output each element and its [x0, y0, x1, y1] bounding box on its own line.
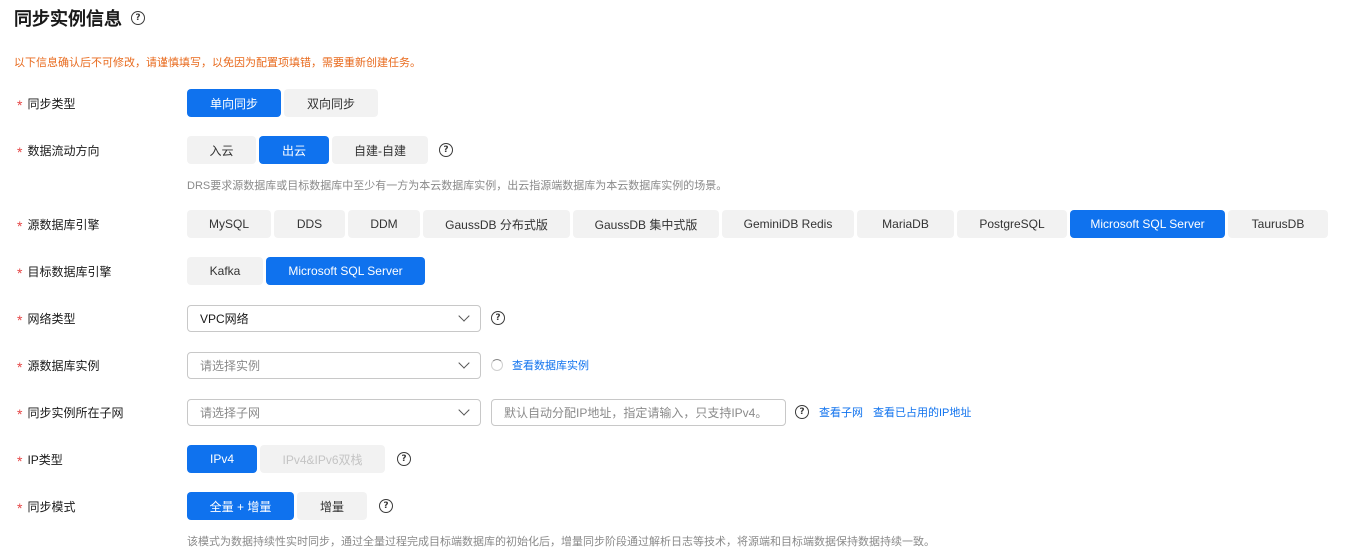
required-mark: * — [17, 359, 23, 375]
ip-address-input[interactable]: 默认自动分配IP地址，指定请输入，只支持IPv4。 — [491, 398, 786, 426]
source-engine-segmented: MySQL DDS DDM GaussDB 分布式版 GaussDB 集中式版 … — [187, 210, 1331, 238]
field-label: * 源数据库引擎 — [17, 217, 100, 234]
subnet-select[interactable]: 请选择子网 — [187, 398, 481, 426]
option-mariadb[interactable]: MariaDB — [857, 210, 954, 238]
required-mark: * — [17, 312, 23, 328]
required-mark: * — [17, 97, 23, 113]
flow-direction-segmented: 入云 出云 自建-自建 ? — [187, 136, 453, 164]
required-mark: * — [17, 500, 23, 516]
chevron-down-icon — [458, 404, 470, 416]
field-label: * 同步模式 — [17, 499, 76, 516]
help-icon[interactable]: ? — [131, 11, 145, 25]
option-taurusdb[interactable]: TaurusDB — [1228, 210, 1328, 238]
option-mssql[interactable]: Microsoft SQL Server — [1070, 210, 1225, 238]
option-mysql[interactable]: MySQL — [187, 210, 271, 238]
page-title: 同步实例信息 ? — [14, 6, 145, 30]
row-network-type: * 网络类型 VPC网络 ? — [0, 304, 1367, 332]
source-instance-select[interactable]: 请选择实例 — [187, 351, 481, 379]
help-icon[interactable]: ? — [491, 311, 505, 325]
option-two-way-sync[interactable]: 双向同步 — [284, 89, 378, 117]
view-subnet-link[interactable]: 查看子网 — [819, 404, 863, 420]
option-ddm[interactable]: DDM — [348, 210, 420, 238]
required-mark: * — [17, 265, 23, 281]
target-engine-segmented: Kafka Microsoft SQL Server — [187, 257, 428, 285]
view-used-ip-link[interactable]: 查看已占用的IP地址 — [873, 404, 971, 420]
required-mark: * — [17, 218, 23, 234]
chevron-down-icon — [458, 357, 470, 369]
option-kafka[interactable]: Kafka — [187, 257, 263, 285]
source-instance-placeholder: 请选择实例 — [200, 358, 261, 373]
option-mssql-target[interactable]: Microsoft SQL Server — [266, 257, 425, 285]
option-incremental[interactable]: 增量 — [297, 492, 367, 520]
chevron-down-icon — [458, 310, 470, 322]
option-dds[interactable]: DDS — [274, 210, 345, 238]
field-label: * 目标数据库引擎 — [17, 264, 112, 281]
help-icon[interactable]: ? — [439, 143, 453, 157]
network-type-value: VPC网络 — [200, 311, 249, 326]
view-db-instance-link[interactable]: 查看数据库实例 — [512, 357, 589, 373]
network-type-control: VPC网络 ? — [187, 304, 505, 332]
option-postgresql[interactable]: PostgreSQL — [957, 210, 1067, 238]
row-sync-type: * 同步类型 单向同步 双向同步 — [0, 89, 1367, 117]
option-dual-stack: IPv4&IPv6双栈 — [260, 445, 385, 473]
option-self-built[interactable]: 自建-自建 — [332, 136, 428, 164]
row-source-instance: * 源数据库实例 请选择实例 查看数据库实例 — [0, 351, 1367, 379]
row-ip-type: * IP类型 IPv4 IPv4&IPv6双栈 ? — [0, 445, 1367, 473]
field-label: * 数据流动方向 — [17, 143, 100, 160]
sync-mode-segmented: 全量 + 增量 增量 ? — [187, 492, 393, 520]
row-source-engine: * 源数据库引擎 MySQL DDS DDM GaussDB 分布式版 Gauss… — [0, 210, 1367, 238]
required-mark: * — [17, 453, 23, 469]
source-instance-control: 请选择实例 查看数据库实例 — [187, 351, 589, 379]
help-icon[interactable]: ? — [397, 452, 411, 466]
option-geminidb-redis[interactable]: GeminiDB Redis — [722, 210, 854, 238]
help-icon[interactable]: ? — [379, 499, 393, 513]
field-label: * IP类型 — [17, 452, 63, 469]
row-flow-direction: * 数据流动方向 入云 出云 自建-自建 ? — [0, 136, 1367, 164]
warning-text: 以下信息确认后不可修改，请谨慎填写，以免因为配置项填错，需要重新创建任务。 — [14, 57, 421, 69]
required-mark: * — [17, 144, 23, 160]
sync-mode-hint: 该模式为数据持续性实时同步，通过全量过程完成目标端数据库的初始化后，增量同步阶段… — [187, 536, 935, 548]
field-label: * 网络类型 — [17, 311, 76, 328]
option-into-cloud[interactable]: 入云 — [187, 136, 256, 164]
option-full-incremental[interactable]: 全量 + 增量 — [187, 492, 294, 520]
option-gaussdb-centralized[interactable]: GaussDB 集中式版 — [573, 210, 719, 238]
row-subnet: * 同步实例所在子网 请选择子网 默认自动分配IP地址，指定请输入，只支持IPv4… — [0, 398, 1367, 426]
field-label: * 源数据库实例 — [17, 358, 100, 375]
option-one-way-sync[interactable]: 单向同步 — [187, 89, 281, 117]
subnet-control: 请选择子网 默认自动分配IP地址，指定请输入，只支持IPv4。 ? 查看子网 查… — [187, 398, 971, 426]
loading-spinner-icon — [491, 359, 503, 371]
field-label: * 同步类型 — [17, 96, 76, 113]
ip-type-segmented: IPv4 IPv4&IPv6双栈 ? — [187, 445, 411, 473]
network-type-select[interactable]: VPC网络 — [187, 304, 481, 332]
option-ipv4[interactable]: IPv4 — [187, 445, 257, 473]
option-gaussdb-distributed[interactable]: GaussDB 分布式版 — [423, 210, 570, 238]
flow-direction-hint: DRS要求源数据库或目标数据库中至少有一方为本云数据库实例，出云指源端数据库为本… — [187, 180, 728, 192]
page-title-text: 同步实例信息 — [14, 9, 122, 29]
subnet-placeholder: 请选择子网 — [200, 405, 261, 420]
option-out-of-cloud[interactable]: 出云 — [259, 136, 329, 164]
sync-type-segmented: 单向同步 双向同步 — [187, 89, 381, 117]
field-label: * 同步实例所在子网 — [17, 405, 124, 422]
help-icon[interactable]: ? — [795, 405, 809, 419]
row-sync-mode: * 同步模式 全量 + 增量 增量 ? — [0, 492, 1367, 520]
row-target-engine: * 目标数据库引擎 Kafka Microsoft SQL Server — [0, 257, 1367, 285]
required-mark: * — [17, 406, 23, 422]
